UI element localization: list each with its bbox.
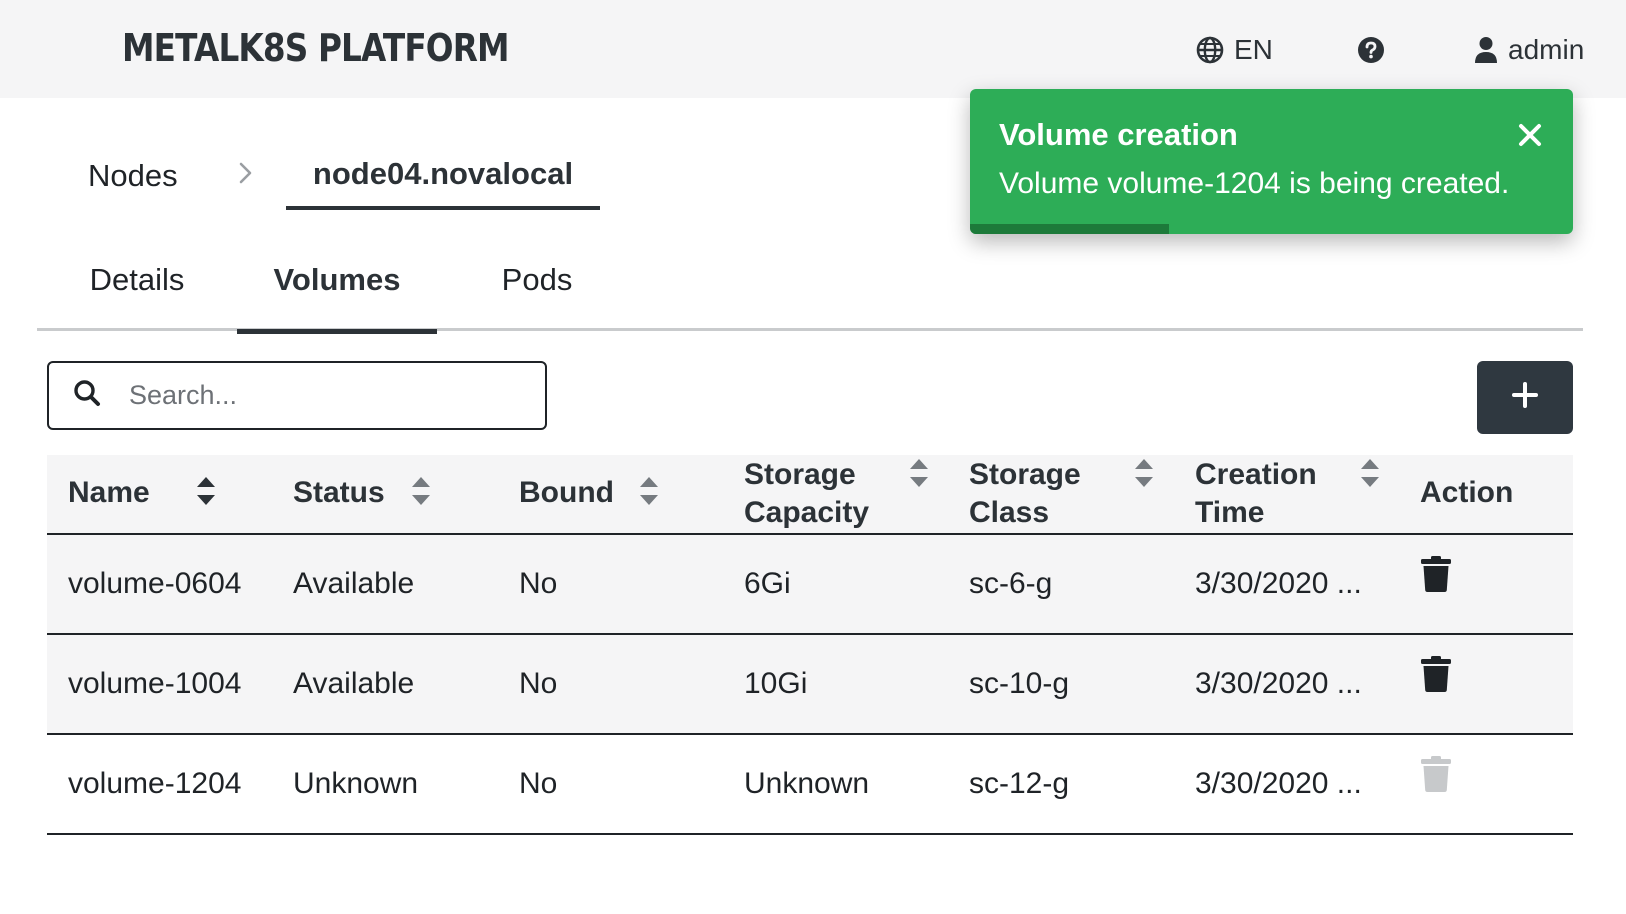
cell-creation-time: 3/30/2020 ... (1195, 767, 1362, 800)
sort-icon (909, 457, 929, 499)
cell-storage-class: sc-6-g (969, 567, 1053, 600)
user-menu[interactable]: admin (1474, 30, 1584, 70)
sort-icon (411, 475, 431, 517)
sort-icon (1360, 457, 1380, 499)
column-header-storage-capacity[interactable]: Storage Capacity (744, 455, 944, 533)
trash-icon (1420, 535, 1452, 633)
question-circle-icon (1357, 36, 1385, 64)
trash-icon (1420, 735, 1452, 833)
cell-bound: No (519, 667, 558, 700)
column-header-name[interactable]: Name (68, 455, 268, 533)
search-box (47, 361, 547, 430)
cell-bound: No (519, 567, 558, 600)
cell-creation-time: 3/30/2020 ... (1195, 667, 1362, 700)
sort-icon (639, 475, 659, 517)
tab-pods[interactable]: Pods (437, 250, 637, 331)
column-header-bound[interactable]: Bound (519, 455, 719, 533)
search-icon (73, 379, 101, 412)
help-button[interactable] (1357, 30, 1385, 70)
cell-name: volume-1004 (68, 667, 242, 700)
cell-status: Available (293, 667, 415, 700)
column-header-storage-class[interactable]: Storage Class (969, 455, 1169, 533)
delete-volume-button-disabled (1420, 735, 1452, 833)
user-name: admin (1508, 34, 1585, 65)
toast-title: Volume creation (999, 117, 1238, 152)
cell-name: volume-0604 (68, 567, 242, 600)
sort-icon (196, 475, 216, 517)
toast-progress-bar (970, 224, 1573, 234)
toast-message: Volume volume-1204 is being created. (999, 167, 1510, 200)
column-header-status[interactable]: Status (293, 455, 493, 533)
cell-creation-time: 3/30/2020 ... (1195, 567, 1362, 600)
chevron-right-icon (238, 160, 254, 191)
globe-icon (1196, 36, 1224, 64)
delete-volume-button[interactable] (1420, 535, 1452, 633)
node-tabs: Details Volumes Pods (37, 250, 1583, 334)
sort-icon (1134, 457, 1154, 499)
cell-status: Available (293, 567, 415, 600)
brand-logo: METALK8S PLATFORM (122, 26, 510, 70)
cell-capacity: Unknown (744, 767, 870, 800)
delete-volume-button[interactable] (1420, 635, 1452, 733)
table-row[interactable]: volume-0604 Available No 6Gi sc-6-g 3/30… (47, 535, 1573, 635)
cell-status: Unknown (293, 767, 419, 800)
column-header-action: Action (1420, 476, 1514, 509)
table-header: Name Status Bound Storage Capacity Stora… (47, 455, 1573, 535)
trash-icon (1420, 635, 1452, 733)
top-navbar: METALK8S PLATFORM EN admin (0, 0, 1626, 98)
table-row[interactable]: volume-1204 Unknown No Unknown sc-12-g 3… (47, 735, 1573, 835)
user-icon (1474, 36, 1498, 64)
create-volume-button[interactable] (1477, 361, 1573, 434)
search-input[interactable] (129, 380, 509, 411)
cell-capacity: 6Gi (744, 567, 791, 600)
toast-progress-fill (970, 224, 1169, 234)
tab-volumes[interactable]: Volumes (237, 250, 437, 334)
cell-storage-class: sc-12-g (969, 767, 1070, 800)
language-selector[interactable]: EN (1196, 30, 1273, 70)
column-header-creation-time[interactable]: Creation Time (1195, 455, 1395, 533)
breadcrumb-current-node: node04.novalocal (286, 148, 600, 210)
plus-icon (1512, 382, 1538, 413)
close-icon[interactable] (1518, 123, 1542, 152)
breadcrumb-nodes-link[interactable]: Nodes (88, 158, 178, 194)
cell-bound: No (519, 767, 558, 800)
volumes-table: Name Status Bound Storage Capacity Stora… (47, 455, 1573, 835)
table-row[interactable]: volume-1004 Available No 10Gi sc-10-g 3/… (47, 635, 1573, 735)
tab-details[interactable]: Details (37, 250, 237, 331)
cell-name: volume-1204 (68, 767, 242, 800)
language-label: EN (1234, 34, 1273, 65)
volume-creation-toast: Volume creation Volume volume-1204 is be… (970, 89, 1573, 234)
cell-capacity: 10Gi (744, 667, 808, 700)
cell-storage-class: sc-10-g (969, 667, 1070, 700)
